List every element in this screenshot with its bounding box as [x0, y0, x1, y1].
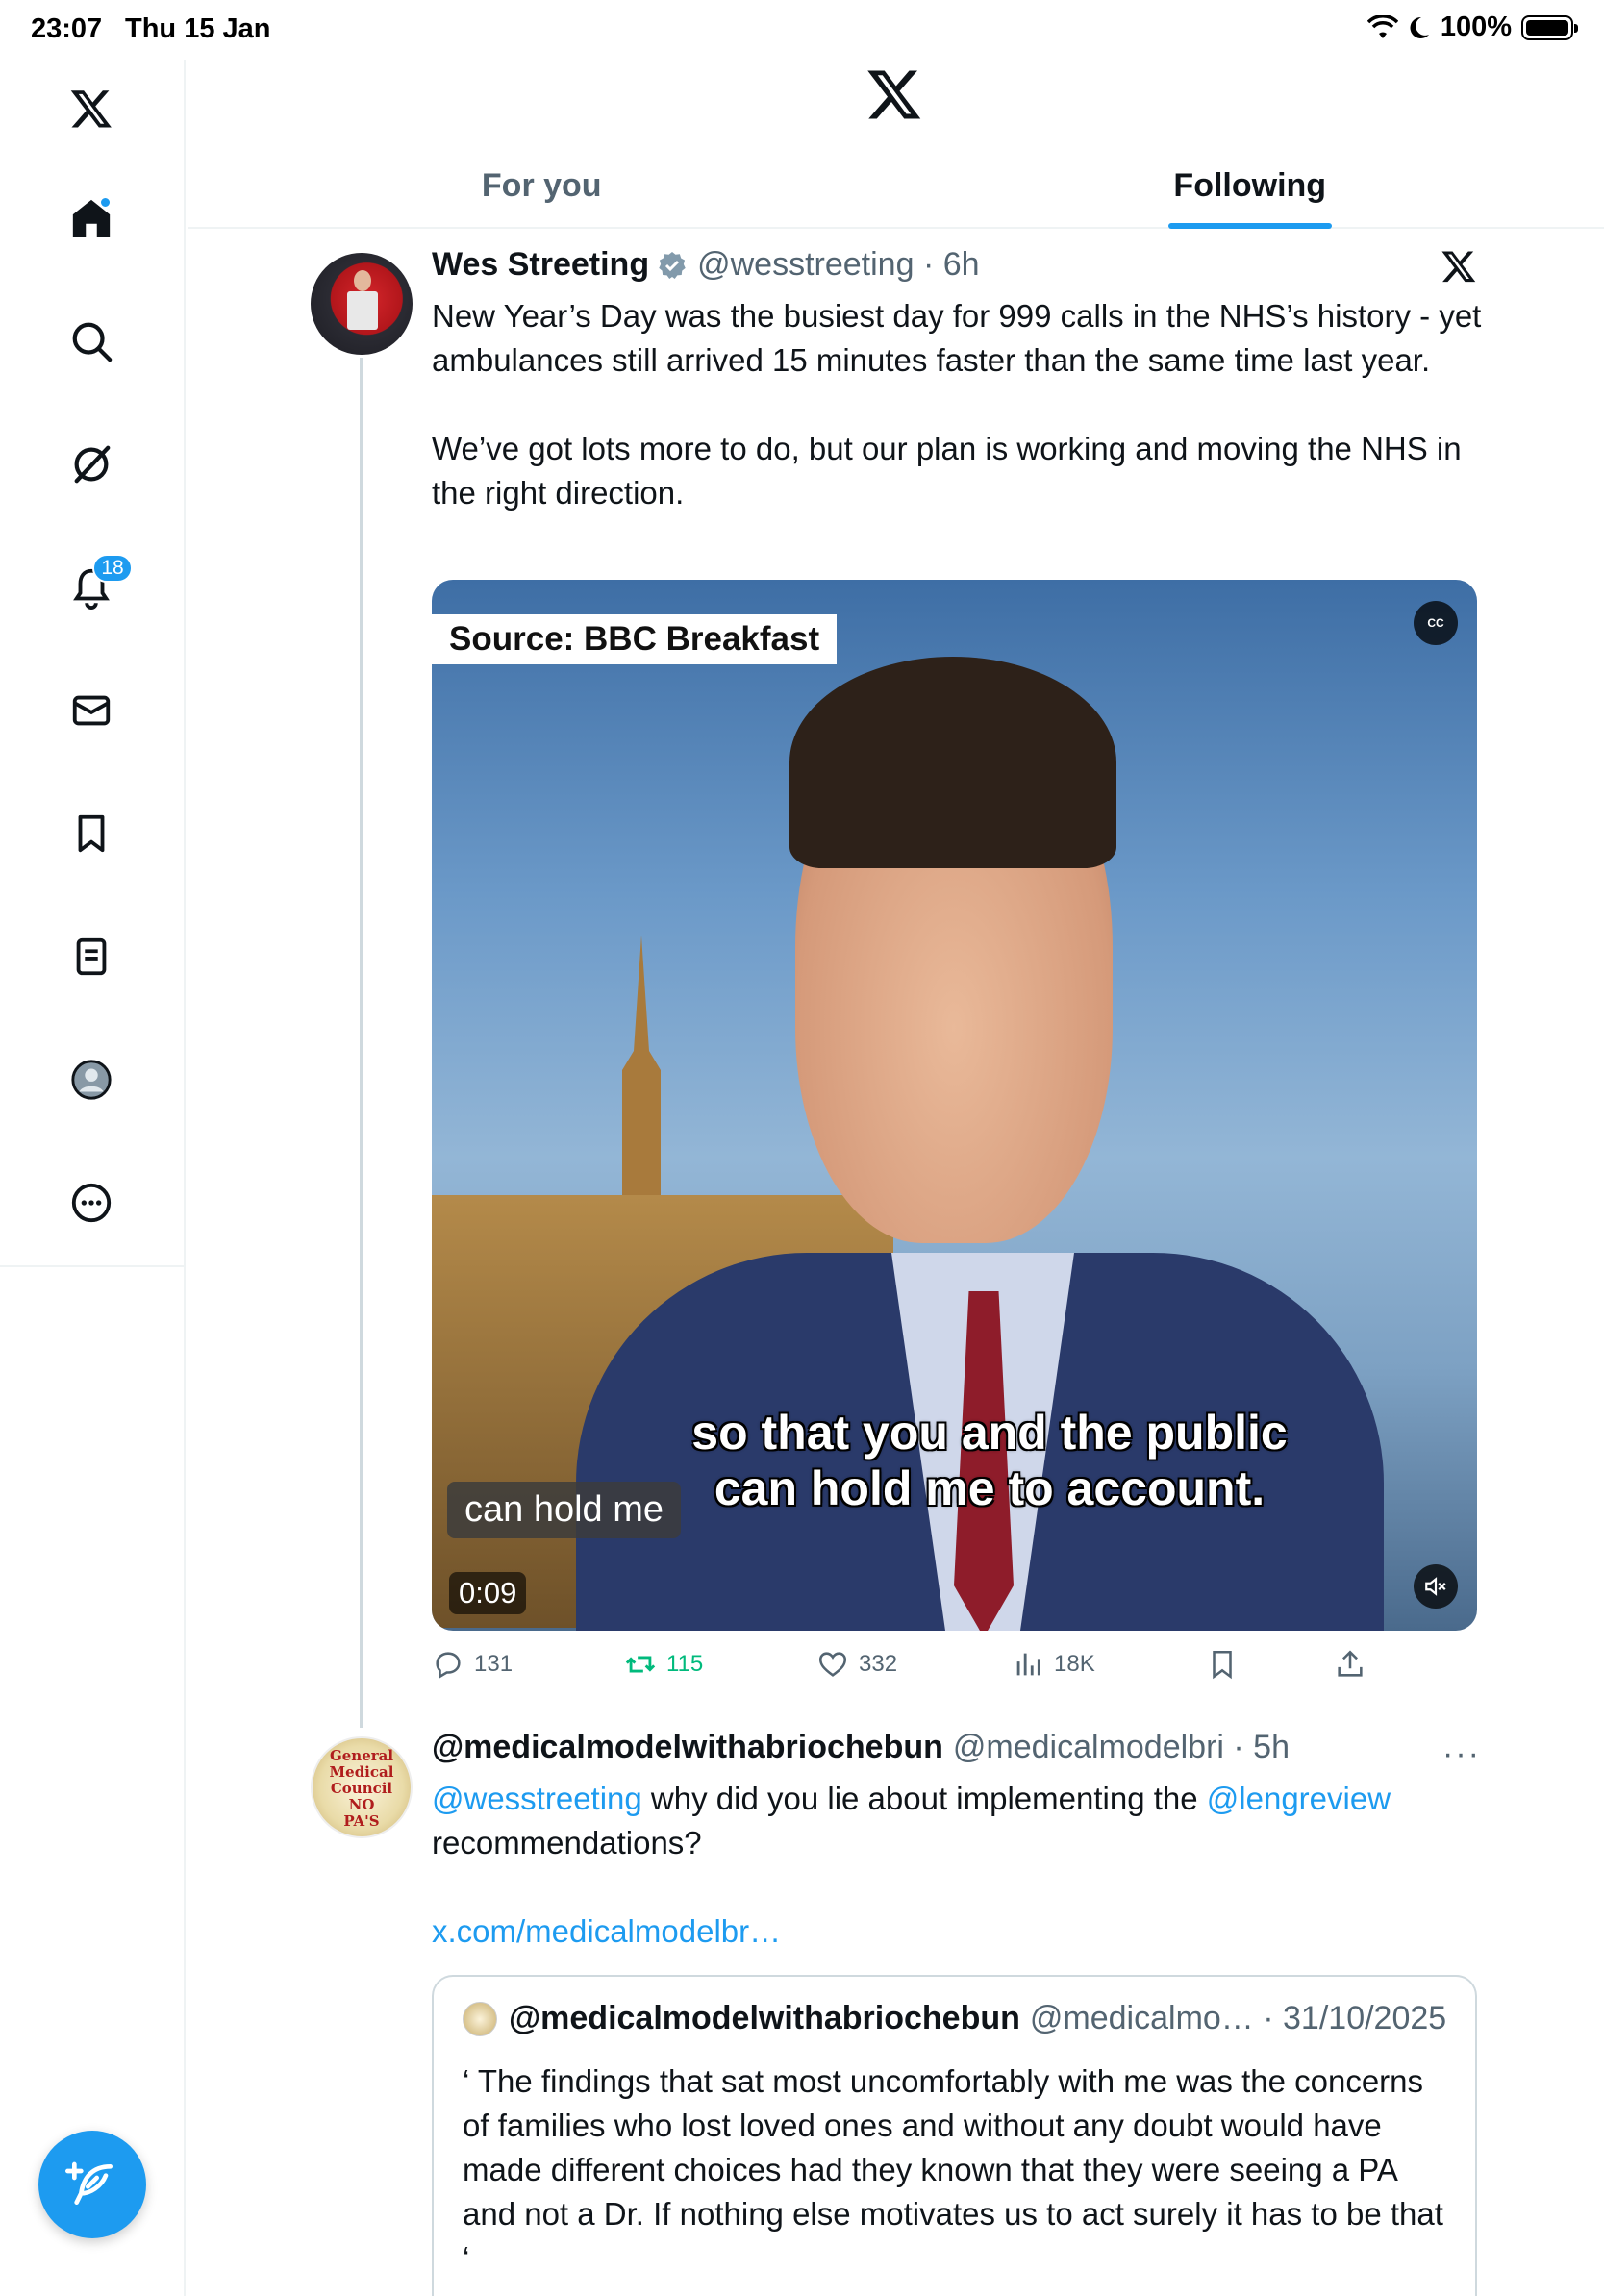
quote-header: @medicalmodelwithabriochebun @medicalmo…… [463, 2000, 1446, 2037]
feather-plus-icon [65, 2161, 113, 2205]
reply-text-end: recommendations? [432, 1825, 702, 1860]
x-logo-icon[interactable] [63, 81, 119, 137]
tweet-text: New Year’s Day was the busiest day for 9… [432, 298, 1482, 511]
closed-captions-button[interactable]: CC [1414, 601, 1458, 645]
x-grok-icon[interactable] [1441, 248, 1477, 285]
reply-header: @medicalmodelwithabriochebun @medicalmod… [432, 1729, 1290, 1766]
grok-icon [74, 445, 111, 484]
tab-for-you-label: For you [481, 166, 602, 204]
repost-count: 115 [666, 1651, 704, 1677]
sidebar-item-explore[interactable] [63, 313, 119, 369]
sidebar-item-notifications[interactable]: 18 [63, 554, 133, 615]
battery-icon [1521, 14, 1578, 40]
status-date: Thu 15 Jan [125, 13, 271, 44]
more-circle-icon [71, 1183, 112, 1223]
thread-connector [360, 358, 363, 1728]
quoted-tweet[interactable]: @medicalmodelwithabriochebun @medicalmo…… [432, 1975, 1477, 2296]
battery-percent: 100% [1440, 12, 1512, 42]
reply-text-mid: why did you lie about implementing the [641, 1781, 1207, 1816]
repost-button[interactable]: 115 [624, 1648, 703, 1681]
sidebar-item-lists[interactable] [63, 929, 119, 985]
sidebar-item-profile[interactable] [63, 1052, 119, 1108]
reply-more-button[interactable]: ··· [1442, 1735, 1481, 1773]
list-icon [76, 937, 107, 976]
home-new-dot [99, 196, 112, 209]
wifi-icon [1366, 14, 1398, 38]
reply-link[interactable]: x.com/medicalmodelbr… [432, 1909, 1490, 1954]
avatar-text-1: General [329, 1747, 394, 1764]
avatar-wes-streeting[interactable] [311, 253, 413, 355]
bookmark-icon [78, 814, 105, 853]
mute-button[interactable] [1414, 1564, 1458, 1609]
video-source-label: Source: BBC Breakfast [432, 614, 838, 664]
mail-icon [72, 695, 111, 726]
tab-for-you[interactable]: For you [188, 144, 896, 227]
author-name[interactable]: Wes Streeting [432, 246, 649, 284]
reply-handle-time[interactable]: @medicalmodelbri · 5h [953, 1729, 1290, 1766]
status-time: 23:07 [31, 13, 103, 44]
tweet-actions: 131 115 332 18K [432, 1648, 1477, 1692]
quote-handle-time: @medicalmo… · 31/10/2025 [1029, 2000, 1447, 2036]
tweet-video[interactable]: Source: BBC Breakfast CC so that you and… [432, 580, 1477, 1631]
tweet-header: Wes Streeting @wesstreeting · 6h [432, 246, 980, 284]
author-handle-time[interactable]: @wesstreeting · 6h [697, 246, 979, 284]
avatar-medicalmodel[interactable]: General Medical Council NO PA'S [311, 1736, 413, 1838]
views-count: 18K [1054, 1651, 1095, 1677]
bookmark-action-icon [1213, 1650, 1232, 1680]
reply-count: 131 [474, 1651, 514, 1677]
sidebar-item-home[interactable] [63, 190, 119, 246]
notifications-badge: 18 [92, 554, 133, 583]
views-button[interactable]: 18K [1012, 1648, 1095, 1681]
quote-author-name: @medicalmodelwithabriochebun [509, 2000, 1020, 2036]
x-logo-header-icon[interactable] [865, 65, 923, 123]
reply-text: @wesstreeting why did you lie about impl… [432, 1777, 1490, 1865]
reply-author-name[interactable]: @medicalmodelwithabriochebun [432, 1729, 943, 1766]
mention-lengreview[interactable]: @lengreview [1207, 1781, 1391, 1816]
share-button[interactable] [1334, 1648, 1366, 1681]
sidebar: 18 [0, 60, 186, 2296]
quote-text: ‘ The findings that sat most uncomfortab… [463, 2063, 1443, 2276]
tab-following[interactable]: Following [896, 144, 1604, 229]
tab-following-label: Following [1173, 166, 1327, 204]
sidebar-item-bookmarks[interactable] [63, 806, 119, 861]
sidebar-item-more[interactable] [63, 1175, 119, 1231]
avatar-text-4: NO [348, 1796, 375, 1813]
search-icon [72, 322, 113, 362]
video-subtitle: can hold me [447, 1482, 682, 1538]
bookmark-button[interactable] [1206, 1648, 1239, 1681]
heart-icon [818, 1652, 847, 1677]
sidebar-divider [0, 1265, 186, 1267]
mention-wesstreeting[interactable]: @wesstreeting [432, 1781, 642, 1816]
avatar-text-5: PA'S [343, 1812, 380, 1830]
sidebar-item-grok[interactable] [63, 437, 119, 492]
moon-icon [1410, 16, 1429, 38]
reply-button[interactable]: 131 [432, 1648, 513, 1681]
video-burned-caption-2: can hold me to account. [714, 1461, 1266, 1515]
compose-button[interactable] [38, 2131, 146, 2238]
like-button[interactable]: 332 [816, 1648, 897, 1681]
status-right: 100% [1366, 12, 1578, 43]
video-duration: 0:09 [449, 1572, 527, 1614]
active-tab-indicator [1167, 223, 1332, 229]
quote-avatar [463, 2001, 497, 2036]
profile-avatar-icon [71, 1060, 112, 1100]
reply-icon [436, 1652, 461, 1680]
views-chart-icon [1016, 1653, 1040, 1676]
verified-badge-icon [659, 251, 686, 279]
avatar-text-2: Medical [329, 1763, 394, 1781]
sidebar-item-messages[interactable] [63, 683, 119, 738]
video-hair [789, 657, 1116, 868]
repost-icon [625, 1656, 656, 1673]
muted-speaker-icon [1425, 1577, 1446, 1596]
like-count: 332 [859, 1651, 898, 1677]
video-burned-caption-1: so that you and the public [691, 1406, 1288, 1460]
status-bar: 23:07 Thu 15 Jan 100% [0, 0, 1604, 60]
timeline-tabs: For you Following [188, 144, 1604, 229]
avatar-text-3: Council [330, 1780, 393, 1797]
share-icon [1338, 1650, 1363, 1677]
